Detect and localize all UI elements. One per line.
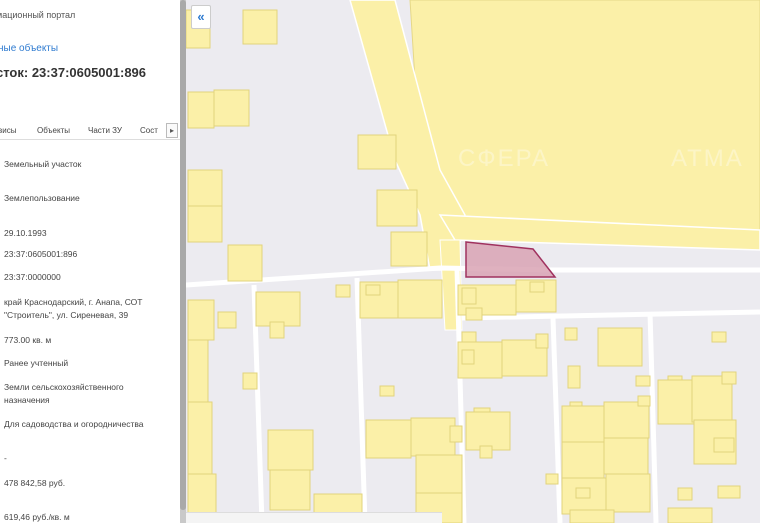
parcel — [269, 469, 311, 511]
map-canvas[interactable] — [186, 0, 760, 523]
street-v4 — [550, 317, 563, 523]
selected-parcel — [465, 241, 557, 278]
parcel — [713, 437, 735, 453]
parcel — [465, 411, 511, 451]
tab-parts[interactable]: Части ЗУ — [88, 126, 122, 135]
field-category-line2: назначения — [4, 395, 50, 405]
parcel — [187, 299, 215, 341]
field-address-line1: край Краснодарский, г. Анапа, СОТ — [4, 297, 143, 307]
parcel — [711, 331, 727, 343]
parcel — [379, 385, 395, 397]
parcel — [357, 134, 397, 170]
parcel — [603, 437, 649, 475]
parcel — [657, 379, 697, 425]
parcel — [567, 365, 581, 389]
field-cadastral-value: 478 842,58 руб. — [4, 478, 66, 488]
tab-services[interactable]: висы — [0, 126, 16, 135]
parcel — [569, 509, 615, 523]
parcel — [242, 9, 278, 45]
street-v5 — [647, 311, 659, 523]
parcel — [717, 485, 741, 499]
parcel — [575, 487, 591, 499]
field-subtype: Землепользование — [4, 193, 80, 203]
map-view[interactable]: СФЕРА АТМА — [186, 0, 760, 523]
parcel — [187, 169, 223, 207]
parcel — [269, 321, 285, 339]
parcel — [187, 339, 209, 403]
parcel — [390, 231, 428, 267]
parcel — [415, 454, 463, 494]
parcel — [677, 487, 693, 501]
parcel — [335, 284, 351, 298]
watermark-1: СФЕРА — [458, 145, 550, 172]
field-unit-value: 619,46 руб./кв. м — [4, 512, 70, 522]
parcel — [635, 375, 651, 387]
portal-title: мационный портал — [0, 10, 76, 20]
tabs-next-button[interactable]: ▸ — [166, 123, 178, 138]
parcel — [187, 91, 215, 129]
parcel — [465, 307, 483, 321]
parcel — [376, 189, 418, 227]
parcel-heading: сток: 23:37:0605001:896 — [0, 65, 147, 80]
parcel — [721, 371, 737, 385]
parcel — [603, 401, 650, 439]
territory-zone — [409, 0, 760, 236]
parcel — [535, 333, 549, 349]
parcel — [637, 395, 651, 407]
parcel — [397, 279, 443, 319]
parcel — [267, 429, 314, 471]
parcel — [410, 417, 456, 457]
parcel — [605, 473, 651, 513]
field-date: 29.10.1993 — [4, 228, 47, 238]
parcel — [217, 311, 237, 329]
parcel — [564, 327, 578, 341]
parcel — [365, 284, 381, 296]
parcel — [449, 425, 463, 443]
parcel — [461, 349, 475, 365]
info-panel: мационный портал ные объекты сток: 23:37… — [0, 0, 180, 523]
field-quarter: 23:37:0000000 — [4, 272, 61, 282]
parcel — [561, 441, 605, 479]
tab-objects[interactable]: Объекты — [37, 126, 70, 135]
parcel — [597, 327, 643, 367]
parcel — [365, 419, 412, 459]
field-status: Ранее учтенный — [4, 358, 69, 368]
parcel — [187, 205, 223, 243]
parcel — [255, 291, 301, 327]
parcel — [479, 445, 493, 459]
parcel — [545, 473, 559, 485]
field-empty: - — [4, 453, 7, 463]
parcel — [242, 372, 258, 390]
field-address-line2: "Строитель", ул. Сиреневая, 39 — [4, 310, 129, 320]
map-bottom-strip — [186, 512, 442, 523]
field-cadastral-number: 23:37:0605001:896 — [4, 249, 78, 259]
parcel — [461, 287, 477, 305]
parcel — [227, 244, 263, 282]
parcel — [187, 401, 213, 475]
tab-bar: висы Объекты Части ЗУ Сост ▸ — [0, 122, 180, 140]
field-object-type: Земельный участок — [4, 159, 82, 169]
field-category-line1: Земли сельскохозяйственного — [4, 382, 124, 392]
parcel — [529, 281, 545, 293]
tab-state[interactable]: Сост — [140, 126, 158, 135]
collapse-panel-button[interactable]: « — [191, 5, 211, 29]
field-area: 773.00 кв. м — [4, 335, 52, 345]
field-permitted-use: Для садоводства и огородничества — [4, 419, 144, 429]
chevron-double-left-icon: « — [197, 9, 205, 24]
parcel — [213, 89, 250, 127]
parcel — [667, 507, 713, 523]
parcel — [561, 405, 605, 443]
objects-link[interactable]: ные объекты — [0, 43, 58, 54]
watermark-2: АТМА — [671, 145, 744, 172]
